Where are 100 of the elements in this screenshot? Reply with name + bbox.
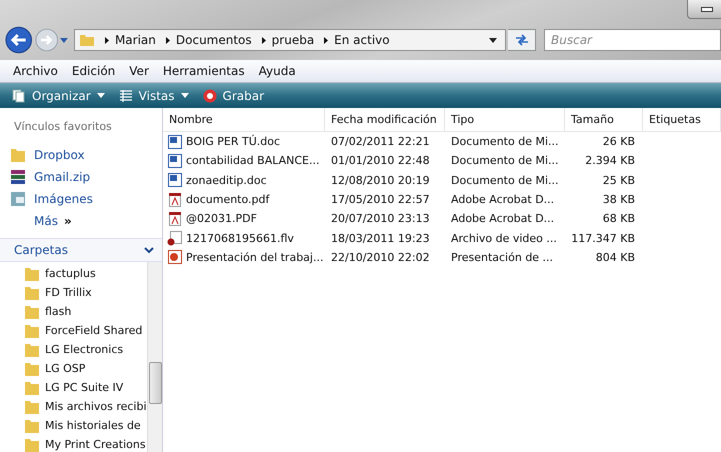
table-cell-text: 22/10/2010 22:02 — [330, 250, 431, 264]
file-name[interactable]: 1217068195661.flv — [163, 230, 325, 246]
table-cell-text: 17/05/2010 22:57 — [330, 193, 431, 206]
table-cell-text: Presentación de ... — [450, 250, 554, 264]
table-cell-text: Archivo de video ... — [450, 232, 558, 245]
folder-tree-item[interactable]: factuplus — [24, 264, 147, 283]
refresh-button[interactable] — [508, 29, 536, 51]
pages-icon — [12, 88, 26, 102]
caret-icon — [180, 93, 189, 98]
breadcrumb-item[interactable]: Documentos — [176, 33, 252, 47]
table-cell-text: Documento de Mi... — [450, 174, 560, 187]
caret-icon — [96, 93, 105, 98]
back-button[interactable] — [5, 26, 33, 54]
file-name[interactable]: Presentación del trabaj... — [163, 249, 325, 266]
folder-icon — [24, 322, 40, 338]
table-cell-text: 26 KB — [602, 135, 636, 148]
chevron-down-icon — [144, 246, 154, 254]
table-cell-text: 01/01/2010 22:48 — [330, 154, 431, 168]
folder-tree-item[interactable]: Mis historiales de — [24, 416, 147, 435]
column-header[interactable]: Tipo — [445, 108, 565, 131]
list-view-icon — [118, 88, 133, 102]
table-cell-text: 18/03/2011 19:23 — [330, 232, 431, 245]
table-cell-text: 38 KB — [602, 193, 636, 206]
file-name[interactable]: @02031.PDF — [163, 210, 325, 227]
folder-icon — [24, 284, 40, 300]
menu-item[interactable]: Ayuda — [252, 64, 303, 78]
folder-tree-item[interactable]: My Print Creations — [24, 435, 147, 452]
menu-item[interactable]: Edición — [64, 64, 122, 78]
minimize-button[interactable] — [687, 0, 721, 19]
table-cell-text: 117.347 KB — [570, 232, 636, 245]
document-icon — [167, 172, 183, 188]
table-cell-text: Adobe Acrobat D... — [450, 193, 556, 206]
favorite-link[interactable]: Dropbox — [0, 144, 162, 166]
refresh-icon — [514, 34, 529, 46]
favorite-link[interactable]: Gmail.zip — [0, 166, 162, 188]
column-header[interactable]: Etiquetas — [643, 108, 721, 131]
folder-tree-item[interactable]: LG Electronics — [24, 340, 147, 359]
folder-icon — [78, 33, 95, 47]
column-header[interactable]: Tamaño — [565, 108, 643, 131]
column-header[interactable]: Fecha modificación — [325, 108, 445, 131]
more-link[interactable]: Más — [34, 214, 58, 228]
folder-tree-item[interactable]: LG PC Suite IV — [24, 378, 147, 397]
folder-icon — [24, 398, 40, 414]
books-icon — [10, 169, 26, 185]
table-cell-text: Adobe Acrobat D... — [450, 212, 556, 226]
pdf-file-icon — [167, 210, 183, 227]
disc-icon — [202, 88, 217, 102]
menu-item[interactable]: Herramientas — [156, 64, 252, 78]
table-cell-text: 2.394 KB — [584, 154, 636, 168]
chevron-icon[interactable]: » — [64, 214, 72, 228]
table-cell-text: 12/08/2010 20:19 — [330, 174, 431, 187]
breadcrumb-arrow-icon[interactable] — [324, 36, 328, 44]
folder-tree-item[interactable]: FD Trillix — [24, 283, 147, 302]
table-cell-text: 804 KB — [594, 250, 636, 264]
folder-icon — [24, 436, 40, 452]
file-name[interactable]: BOIG PER TÚ.doc — [163, 134, 325, 150]
breadcrumb-item[interactable]: Marian — [114, 33, 156, 47]
breadcrumb-arrow-icon[interactable] — [166, 36, 170, 44]
breadcrumb-item[interactable]: prueba — [272, 33, 314, 47]
document-icon — [167, 152, 183, 169]
menu-item[interactable]: Ver — [122, 64, 156, 78]
breadcrumb-arrow-icon[interactable] — [262, 36, 266, 44]
file-name[interactable]: documento.pdf — [163, 192, 325, 208]
folder-icon — [24, 360, 40, 376]
scrollbar[interactable] — [147, 262, 162, 452]
table-cell-text: 25 KB — [602, 174, 636, 187]
video-file-icon — [167, 230, 183, 246]
pdf-file-icon — [167, 192, 183, 208]
search-field[interactable]: Buscar — [544, 29, 721, 51]
dropdown-arrow-icon[interactable] — [489, 38, 498, 42]
folder-icon — [24, 266, 40, 282]
folder-tree-item[interactable]: flash — [24, 302, 147, 321]
folder-tree-item[interactable]: LG OSP — [24, 359, 147, 378]
breadcrumb-item[interactable]: En activo — [334, 33, 390, 47]
breadcrumb-arrow-icon[interactable] — [104, 36, 109, 44]
folder-tree-item[interactable]: ForceField Shared — [24, 321, 147, 340]
table-cell-text: Documento de Mi... — [450, 135, 560, 148]
document-icon — [167, 134, 183, 150]
folder-icon — [24, 418, 40, 434]
table-cell-text: 07/02/2011 22:21 — [330, 135, 431, 148]
favorite-link[interactable]: Imágenes — [0, 188, 162, 210]
toolbar-button[interactable]: Organizar — [12, 88, 105, 102]
toolbar-button[interactable]: Vistas — [118, 88, 189, 102]
menu-item[interactable]: Archivo — [6, 64, 65, 78]
history-dropdown-icon[interactable] — [60, 38, 68, 42]
table-cell-text: Documento de Mi... — [450, 154, 560, 168]
folder-icon — [24, 380, 40, 396]
image-folder-icon — [10, 191, 26, 207]
file-name[interactable]: contabilidad BALANCE... — [163, 152, 325, 169]
table-cell-text: 68 KB — [602, 212, 636, 226]
folder-icon — [24, 304, 40, 320]
table-cell-text: 20/07/2010 23:13 — [330, 212, 431, 226]
toolbar-button[interactable]: Grabar — [202, 88, 264, 102]
folder-icon — [10, 147, 26, 163]
address-bar[interactable]: Marian Documentos prueba En activo — [74, 29, 506, 51]
file-name[interactable]: zonaeditip.doc — [163, 172, 325, 188]
presentation-file-icon — [167, 249, 183, 266]
folder-tree-item[interactable]: Mis archivos recibi — [24, 397, 147, 416]
column-header[interactable]: Nombre — [163, 108, 325, 131]
folders-header[interactable]: Carpetas — [0, 238, 162, 262]
